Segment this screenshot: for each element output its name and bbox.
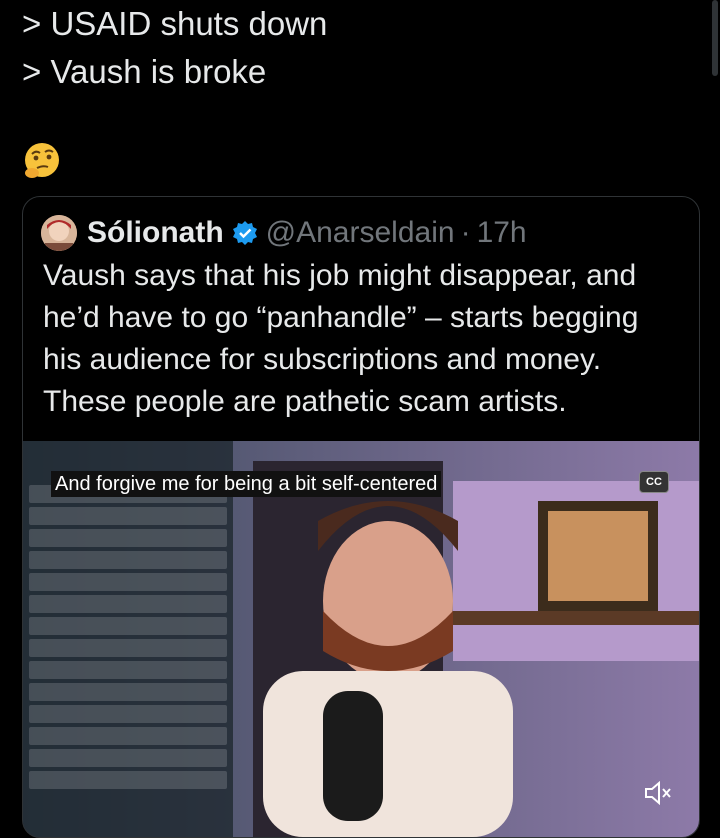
- quoted-tweet[interactable]: Sólionath @Anarseldain · 17h Vaush says …: [22, 196, 700, 838]
- chat-message: [29, 551, 227, 569]
- body-line: These people are pathetic scam artists.: [43, 385, 567, 418]
- scrollbar[interactable]: [712, 0, 718, 76]
- verified-badge-icon: [232, 221, 257, 245]
- mute-icon[interactable]: [643, 781, 673, 805]
- video-player[interactable]: And forgive me for being a bit self-cent…: [23, 441, 699, 837]
- closed-captions-button[interactable]: CC: [639, 471, 669, 493]
- quoted-tweet-header: Sólionath @Anarseldain · 17h: [41, 213, 527, 253]
- chat-message: [29, 661, 227, 679]
- body-line: Vaush says that his job might disappear,…: [43, 259, 637, 292]
- chat-message: [29, 749, 227, 767]
- display-name[interactable]: Sólionath: [87, 216, 224, 250]
- body-line: he’d have to go “panhandle” – starts beg…: [43, 301, 639, 334]
- chat-message: [29, 507, 227, 525]
- video-caption: And forgive me for being a bit self-cent…: [51, 471, 442, 497]
- separator: ·: [460, 216, 471, 249]
- chat-message: [29, 595, 227, 613]
- handle[interactable]: @Anarseldain: [266, 216, 455, 250]
- tweet-line: > USAID shuts down: [22, 5, 328, 42]
- body-line: his audience for subscriptions and money…: [43, 343, 602, 376]
- chat-message: [29, 617, 227, 635]
- avatar[interactable]: [41, 215, 77, 251]
- chat-message: [29, 529, 227, 547]
- chat-message: [29, 639, 227, 657]
- thinking-face-icon: [25, 143, 59, 178]
- chat-overlay: [23, 441, 233, 837]
- timestamp[interactable]: 17h: [477, 216, 527, 250]
- chat-message: [29, 683, 227, 701]
- chat-message: [29, 771, 227, 789]
- quoted-tweet-body: Vaush says that his job might disappear,…: [43, 255, 683, 423]
- chat-message: [29, 705, 227, 723]
- chat-message: [29, 727, 227, 745]
- chat-message: [29, 573, 227, 591]
- tweet-line: > Vaush is broke: [22, 53, 267, 90]
- tweet-text: > USAID shuts down > Vaush is broke: [22, 0, 327, 96]
